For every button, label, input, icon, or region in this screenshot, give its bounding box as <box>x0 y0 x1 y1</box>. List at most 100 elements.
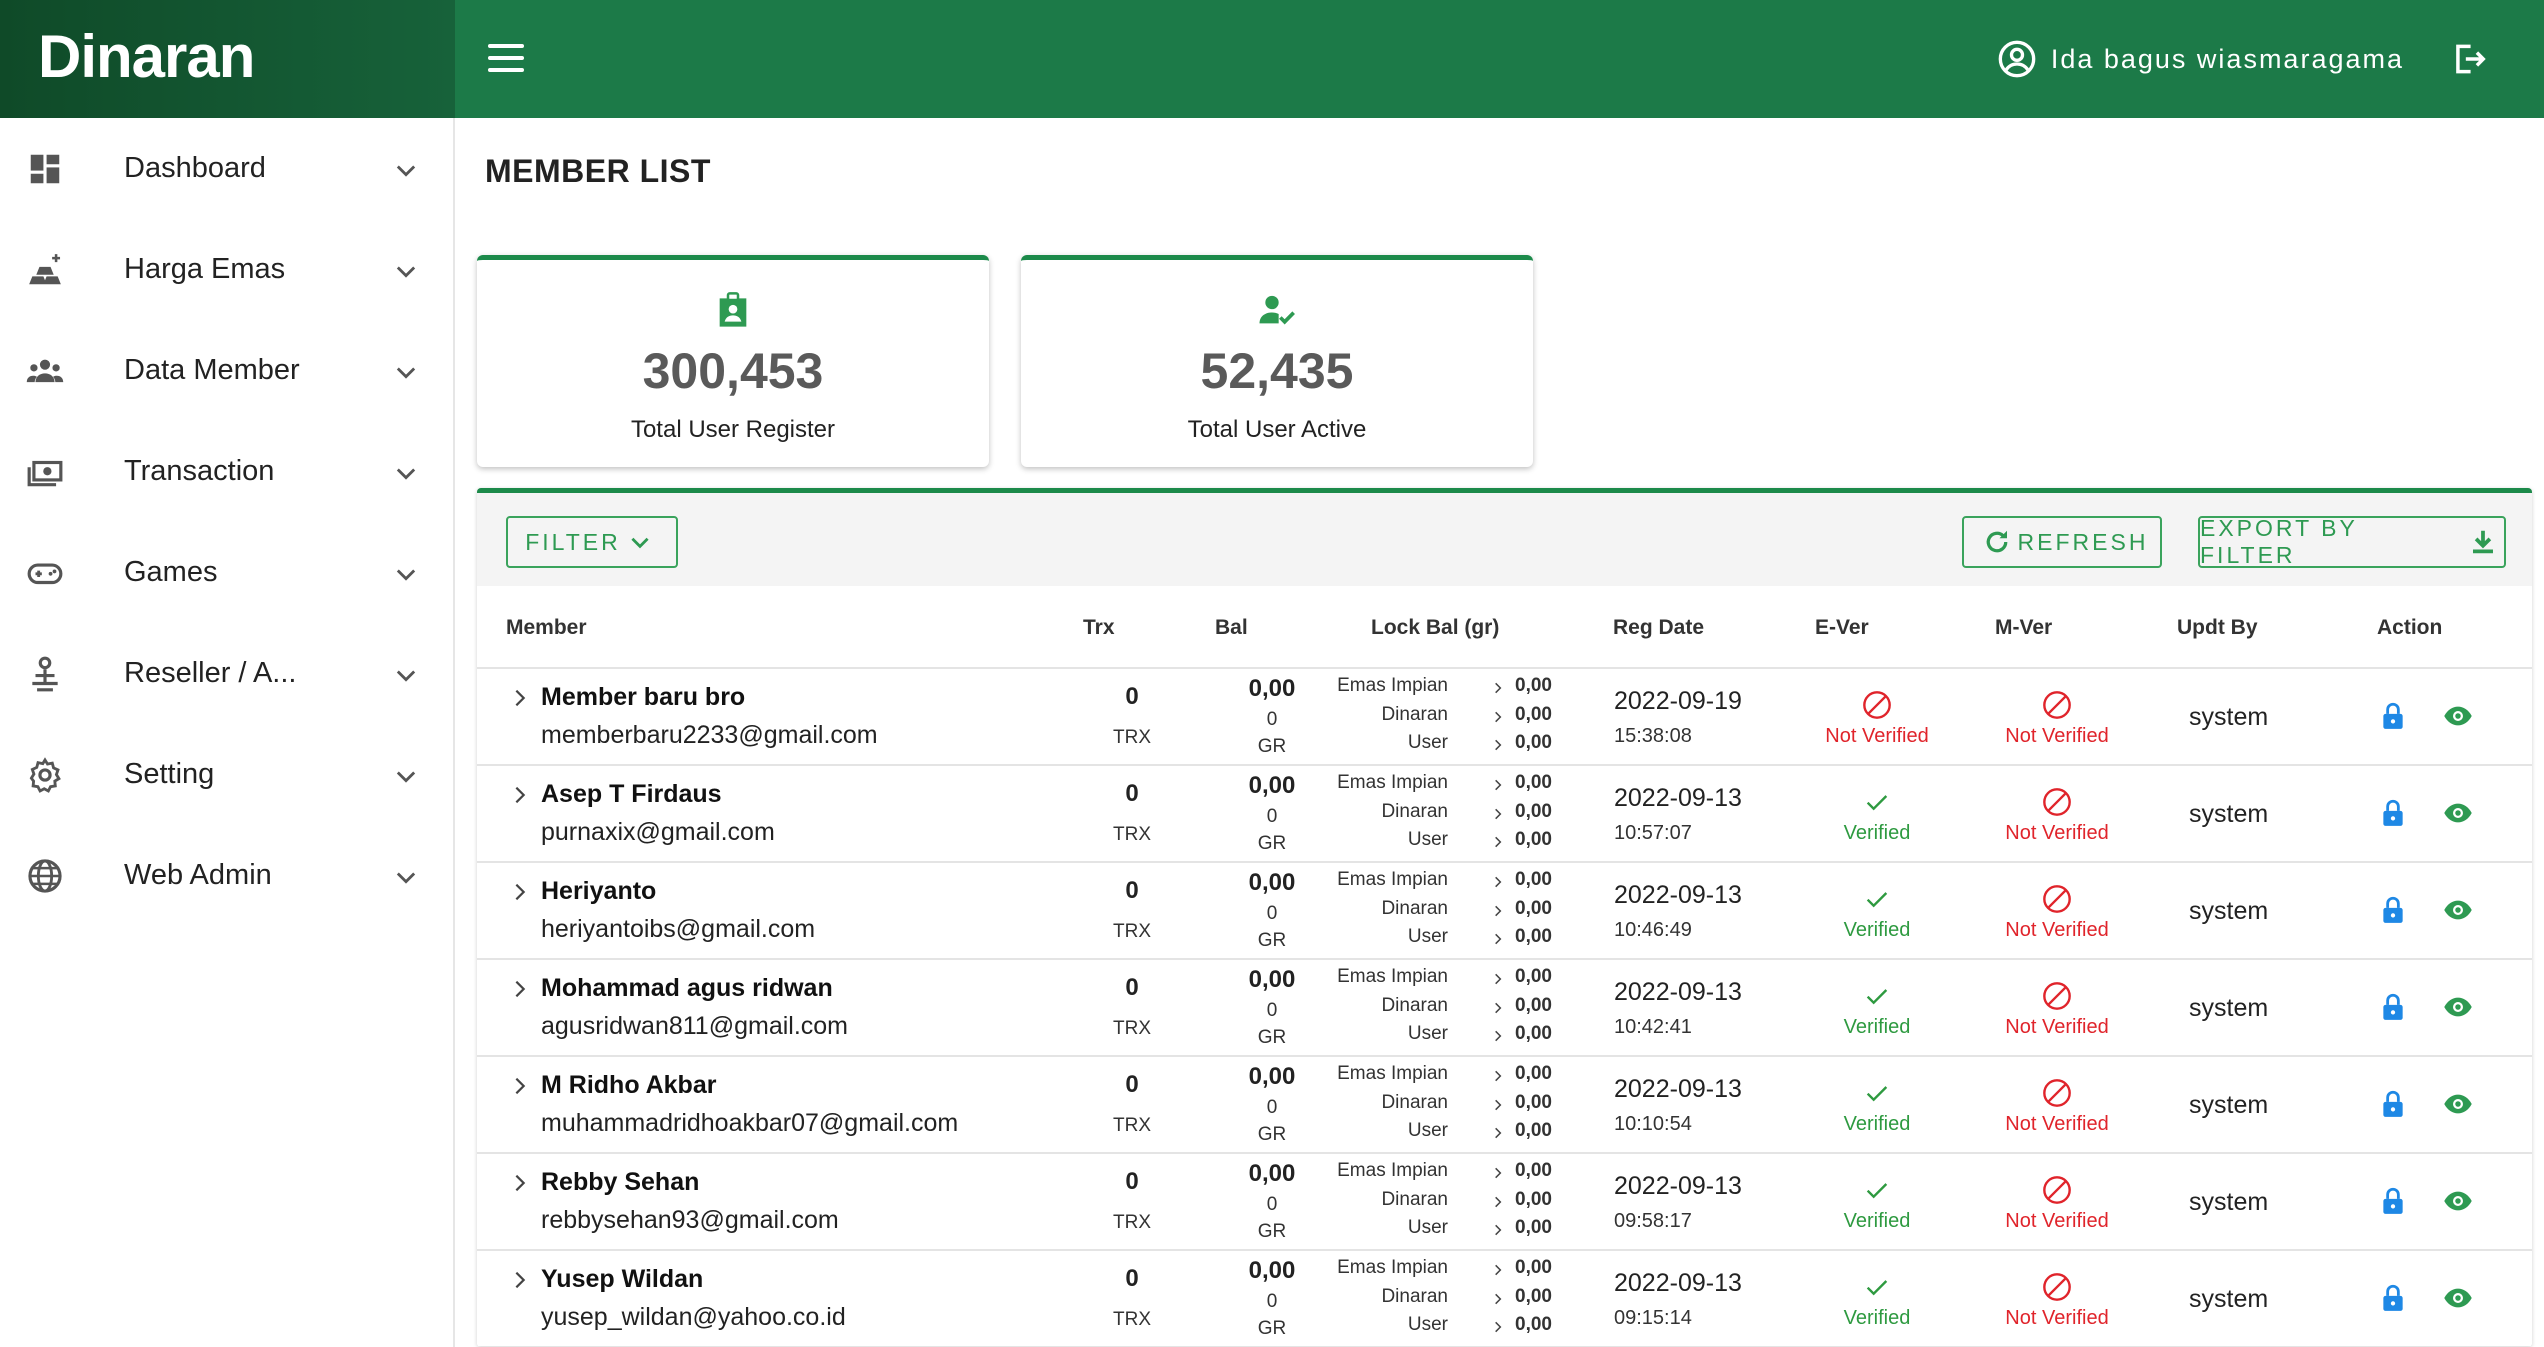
column-header-reg-date[interactable]: Reg Date <box>1613 616 1704 640</box>
lock-balance-value: 0,00 <box>1515 1286 1552 1307</box>
table-row[interactable]: M Ridho Akbar muhammadridhoakbar07@gmail… <box>477 1057 2532 1154</box>
lock-balance-line: Emas Impian 0,00 <box>477 869 1577 897</box>
sidebar-item-label: Setting <box>124 758 215 790</box>
sidebar-item-data-member[interactable]: Data Member <box>0 320 453 421</box>
column-header-e-ver[interactable]: E-Ver <box>1815 616 1869 640</box>
refresh-button[interactable]: REFRESH <box>1962 516 2162 568</box>
sidebar-item-harga-emas[interactable]: Harga Emas <box>0 219 453 320</box>
eye-icon[interactable] <box>2443 1188 2473 1214</box>
column-header-member[interactable]: Member <box>506 616 587 640</box>
block-icon <box>2043 885 2071 913</box>
chevron-down-icon <box>396 569 416 581</box>
dashboard-icon <box>30 154 60 184</box>
chevron-right-icon <box>1495 682 1502 694</box>
table-row[interactable]: Asep T Firdaus purnaxix@gmail.com 0 TRX … <box>477 766 2532 863</box>
chevron-right-icon <box>1495 1167 1502 1179</box>
user-profile[interactable]: Ida bagus wiasmaragama <box>1997 36 2404 82</box>
lock-balance-value: 0,00 <box>1515 1314 1552 1335</box>
export-by-filter-button[interactable]: EXPORT BY FILTER <box>2198 515 2506 568</box>
column-header-action[interactable]: Action <box>2377 616 2442 640</box>
chevron-right-icon <box>1495 933 1502 945</box>
lock-icon[interactable] <box>2380 1089 2406 1119</box>
column-header-m-ver[interactable]: M-Ver <box>1995 616 2052 640</box>
lock-balance-label: Emas Impian <box>1337 1257 1448 1278</box>
sidebar-item-dashboard[interactable]: Dashboard <box>0 118 453 219</box>
lock-balance-label: User <box>1407 829 1448 850</box>
lock-balance-line: Emas Impian 0,00 <box>477 772 1577 800</box>
logout-icon[interactable] <box>2450 40 2488 78</box>
check-icon <box>1866 795 1888 811</box>
gamepad-icon <box>27 563 63 585</box>
sidebar-item-games[interactable]: Games <box>0 522 453 623</box>
lock-balance-line: Emas Impian 0,00 <box>477 1160 1577 1188</box>
eye-icon[interactable] <box>2443 1285 2473 1311</box>
lock-balance-label: User <box>1407 1314 1448 1335</box>
lock-balance-line: Emas Impian 0,00 <box>477 1063 1577 1091</box>
menu-toggle-icon[interactable] <box>488 44 524 72</box>
check-icon <box>1866 1086 1888 1102</box>
table-row[interactable]: Member baru bro memberbaru2233@gmail.com… <box>477 669 2532 766</box>
sidebar-item-label: Reseller / A... <box>124 657 297 689</box>
lock-balance-label: Dinaran <box>1381 898 1448 919</box>
lock-balance-value: 0,00 <box>1515 1023 1552 1044</box>
lock-balance-value: 0,00 <box>1515 869 1552 890</box>
filter-button[interactable]: FILTER <box>506 516 678 568</box>
eye-icon[interactable] <box>2443 703 2473 729</box>
chevron-down-icon <box>396 771 416 783</box>
lock-balance-label: Emas Impian <box>1337 772 1448 793</box>
table-row[interactable]: Mohammad agus ridwan agusridwan811@gmail… <box>477 960 2532 1057</box>
eye-icon[interactable] <box>2443 994 2473 1020</box>
column-header-trx[interactable]: Trx <box>1083 616 1115 640</box>
stat-value: 52,435 <box>1200 343 1354 399</box>
sidebar-item-setting[interactable]: Setting <box>0 724 453 825</box>
eye-icon[interactable] <box>2443 1091 2473 1117</box>
lock-balance-value: 0,00 <box>1515 829 1552 850</box>
reg-time: 10:57:07 <box>1614 822 1692 844</box>
lock-icon[interactable] <box>2380 1283 2406 1313</box>
eye-icon[interactable] <box>2443 897 2473 923</box>
column-header-bal[interactable]: Bal <box>1215 616 1248 640</box>
sidebar-item-web-admin[interactable]: Web Admin <box>0 825 453 926</box>
lock-balance-line: Dinaran 0,00 <box>477 704 1577 732</box>
check-icon <box>1866 989 1888 1005</box>
reg-date: 2022-09-13 <box>1614 1172 1742 1200</box>
eye-icon[interactable] <box>2443 800 2473 826</box>
check-icon <box>1866 1183 1888 1199</box>
m-ver-label: Not Verified <box>2005 1113 2109 1135</box>
table-row[interactable]: Rebby Sehan rebbysehan93@gmail.com 0 TRX… <box>477 1154 2532 1251</box>
m-ver-label: Not Verified <box>2005 1307 2109 1329</box>
brand-logo[interactable]: Dinaran <box>38 22 255 91</box>
lock-balance-label: User <box>1407 1023 1448 1044</box>
lock-icon[interactable] <box>2380 1186 2406 1216</box>
updated-by: system <box>2189 1188 2269 1216</box>
lock-balance-line: User 0,00 <box>477 1120 1577 1148</box>
table-row[interactable]: Heriyanto heriyantoibs@gmail.com 0 TRX 0… <box>477 863 2532 960</box>
sidebar-item-reseller[interactable]: Reseller / A... <box>0 623 453 724</box>
m-ver-label: Not Verified <box>2005 822 2109 844</box>
lock-icon[interactable] <box>2380 701 2406 731</box>
sidebar-item-transaction[interactable]: Transaction <box>0 421 453 522</box>
reg-date: 2022-09-13 <box>1614 1269 1742 1297</box>
e-ver-label: Verified <box>1843 1210 1911 1232</box>
block-icon <box>2043 788 2071 816</box>
column-header-lock-bal[interactable]: Lock Bal (gr) <box>1371 616 1499 640</box>
chevron-right-icon <box>1495 1099 1502 1111</box>
stat-label: Total User Register <box>630 416 836 443</box>
column-header-updt-by[interactable]: Updt By <box>2177 616 2258 640</box>
e-ver-label: Verified <box>1843 822 1911 844</box>
updated-by: system <box>2189 1285 2269 1313</box>
block-icon <box>2043 1079 2071 1107</box>
lock-icon[interactable] <box>2380 798 2406 828</box>
lock-icon[interactable] <box>2380 895 2406 925</box>
export-button-label: EXPORT BY FILTER <box>2200 515 2358 568</box>
chevron-right-icon <box>1495 1127 1502 1139</box>
chevron-down-icon <box>396 872 416 884</box>
block-icon <box>2043 1273 2071 1301</box>
sidebar-item-label: Harga Emas <box>124 253 286 285</box>
lock-icon[interactable] <box>2380 992 2406 1022</box>
check-icon <box>1866 1280 1888 1296</box>
table-row[interactable]: Yusep Wildan yusep_wildan@yahoo.co.id 0 … <box>477 1251 2532 1347</box>
reg-date: 2022-09-13 <box>1614 1075 1742 1103</box>
lock-balance-value: 0,00 <box>1515 1160 1552 1181</box>
lock-balance-value: 0,00 <box>1515 1063 1552 1084</box>
